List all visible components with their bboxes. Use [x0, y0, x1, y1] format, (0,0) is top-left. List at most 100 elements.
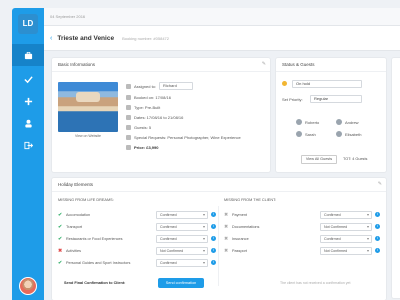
- date-bar: 04 September 2016: [44, 8, 400, 26]
- guests-count: Guests: 5: [134, 125, 152, 130]
- nav-logout[interactable]: [12, 134, 44, 156]
- trip-dates: Dates: 17/08/16 to 21/08/16: [134, 115, 184, 120]
- check-icon: [23, 75, 33, 83]
- dates-row: Dates: 17/08/16 to 21/08/16: [126, 115, 183, 120]
- element-status-select[interactable]: Not Confirmed: [320, 247, 372, 255]
- send-confirmation-label: Send Final Confirmation to Client:: [64, 281, 126, 285]
- requests-row: Special Requests: Personal Photographer,…: [126, 135, 241, 140]
- holiday-title: Holiday Elements: [52, 178, 386, 192]
- element-label: Passport: [232, 249, 247, 253]
- info-icon[interactable]: i: [211, 260, 216, 265]
- current-date: 04 September 2016: [50, 14, 86, 19]
- element-status-select[interactable]: Confirmed: [320, 235, 372, 243]
- view-all-guests-button[interactable]: View All Guests: [301, 155, 337, 164]
- assigned-row: Assigned to: Richard: [126, 82, 194, 90]
- right-element-row: ✖ Documentations: [224, 224, 259, 230]
- cross-icon: ✖: [224, 236, 229, 242]
- app-logo: LD: [18, 14, 38, 34]
- guest-item: Andrew: [336, 119, 359, 125]
- left-element-row: ✔ Restaurants or Food Experiences: [58, 236, 123, 242]
- info-icon[interactable]: i: [375, 248, 380, 253]
- status-guests-card: Status & Guests On hold Set Priority: Re…: [276, 58, 386, 172]
- avatar[interactable]: [19, 277, 37, 295]
- check-icon: ✔: [58, 212, 63, 218]
- element-label: Restaurants or Food Experiences: [66, 237, 123, 241]
- edit-icon[interactable]: ✎: [262, 61, 266, 67]
- element-label: Personal Guides and Sport Instructors: [66, 261, 131, 265]
- guest-avatar-icon: [336, 119, 342, 125]
- group-icon: [126, 125, 131, 130]
- info-icon[interactable]: i: [375, 224, 380, 229]
- back-arrow-icon[interactable]: ‹: [50, 35, 52, 42]
- element-label: Activities: [66, 249, 81, 253]
- check-icon: ✔: [58, 236, 63, 242]
- guest-avatar-icon: [296, 119, 302, 125]
- status-select[interactable]: On hold: [292, 80, 362, 88]
- info-icon[interactable]: i: [375, 212, 380, 217]
- nav-check[interactable]: [12, 68, 44, 90]
- total-guests: TOT: 4 Guests: [343, 157, 368, 161]
- title-bar: ‹ Trieste and Venice Booking number: #05…: [44, 26, 400, 51]
- cross-icon: ✖: [58, 248, 63, 254]
- calendar-icon: [126, 95, 131, 100]
- nav-add[interactable]: [12, 90, 44, 112]
- element-label: Payment: [232, 213, 247, 217]
- guest-item: Elisabeth: [336, 131, 361, 137]
- priority-label: Set Priority:: [282, 97, 303, 102]
- element-status-select[interactable]: Not Confirmed: [156, 247, 208, 255]
- check-icon: ✔: [58, 260, 63, 266]
- left-element-row: ✔ Personal Guides and Sport Instructors: [58, 260, 130, 266]
- element-status-select[interactable]: Confirmed: [320, 211, 372, 219]
- element-label: Transport: [66, 225, 83, 229]
- priority-select[interactable]: Regular: [310, 95, 362, 103]
- confirmation-note: The client has not received a confirmati…: [280, 281, 351, 285]
- left-element-row: ✖ Activities: [58, 248, 81, 254]
- assigned-select[interactable]: Richard: [159, 82, 194, 90]
- briefcase-icon: [24, 51, 32, 59]
- element-status-select[interactable]: Confirmed: [156, 211, 208, 219]
- element-status-select[interactable]: Confirmed: [156, 223, 208, 231]
- info-icon[interactable]: i: [375, 236, 380, 241]
- left-column-title: MISSING FROM LIFE DREAMS:: [58, 198, 114, 202]
- element-status-select[interactable]: Confirmed: [156, 259, 208, 267]
- status-dot: [282, 81, 287, 86]
- star-icon: [126, 135, 131, 140]
- element-status-select[interactable]: Not Confirmed: [320, 223, 372, 231]
- info-icon[interactable]: i: [211, 212, 216, 217]
- element-label: Insurance: [232, 237, 249, 241]
- person-icon: [126, 83, 131, 89]
- destination-photo: [58, 82, 118, 132]
- trip-type: Type: Pre-Built: [134, 105, 161, 110]
- guests-row: Guests: 5: [126, 125, 151, 130]
- cross-icon: ✖: [224, 212, 229, 218]
- right-column-title: MISSING FROM THE CLIENT:: [224, 198, 277, 202]
- cross-icon: ✖: [224, 224, 229, 230]
- status-title: Status & Guests: [276, 58, 386, 72]
- info-icon[interactable]: i: [211, 248, 216, 253]
- nav-user[interactable]: [12, 112, 44, 134]
- booked-on: Booked on: 17/08/16: [134, 95, 171, 100]
- tag-icon: [126, 105, 131, 110]
- edit-icon[interactable]: ✎: [378, 181, 382, 187]
- guest-item: Sarah: [296, 131, 316, 137]
- special-requests: Special Requests: Personal Photographer,…: [134, 135, 241, 140]
- element-label: Accomodation: [66, 213, 91, 217]
- type-row: Type: Pre-Built: [126, 105, 160, 110]
- element-status-select[interactable]: Confirmed: [156, 235, 208, 243]
- plus-icon: [24, 97, 32, 105]
- calendar-range-icon: [126, 115, 131, 120]
- guest-avatar-icon: [336, 131, 342, 137]
- basic-info-title: Basic Informations: [52, 58, 270, 72]
- info-icon[interactable]: i: [211, 224, 216, 229]
- check-icon: ✔: [58, 224, 63, 230]
- send-confirmation-button[interactable]: Send confirmation: [158, 278, 204, 288]
- guest-avatar-icon: [296, 131, 302, 137]
- left-element-row: ✔ Transport: [58, 224, 82, 230]
- basic-info-card: Basic Informations ✎ View on Website Ass…: [52, 58, 270, 172]
- guest-item: Roberto: [296, 119, 319, 125]
- logout-icon: [23, 141, 33, 149]
- view-on-website-link[interactable]: View on Website: [58, 134, 118, 138]
- nav-bookings[interactable]: [12, 44, 44, 66]
- price-icon: [126, 145, 131, 150]
- info-icon[interactable]: i: [211, 236, 216, 241]
